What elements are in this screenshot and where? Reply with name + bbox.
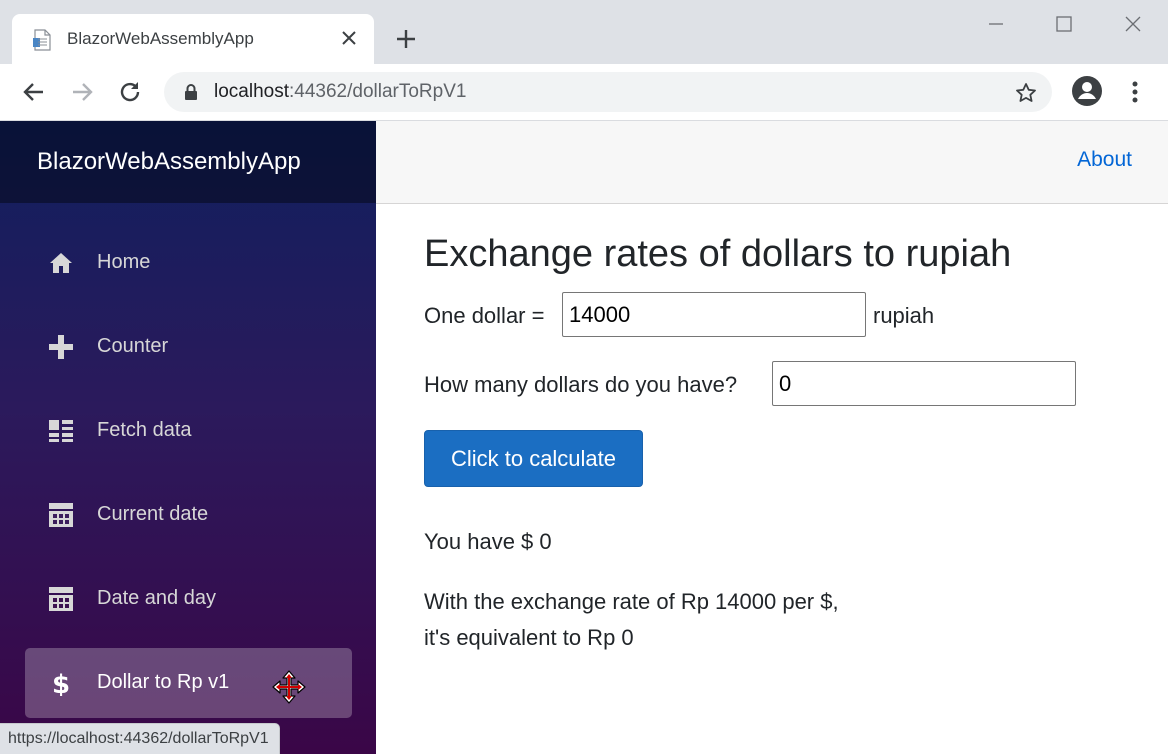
sidebar-item-counter[interactable]: Counter xyxy=(25,312,352,382)
profile-avatar-icon[interactable] xyxy=(1071,75,1103,107)
home-icon xyxy=(50,253,72,273)
page-icon xyxy=(33,29,51,51)
rate-unit-label: rupiah xyxy=(873,303,935,328)
calculate-button[interactable]: Click to calculate xyxy=(424,430,643,487)
sidebar-item-label: Fetch data xyxy=(97,419,192,441)
dollars-label: How many dollars do you have? xyxy=(424,372,738,397)
back-arrow-icon[interactable] xyxy=(20,78,48,106)
sidebar-item-label: Current date xyxy=(97,503,209,525)
sidebar-item-label: Counter xyxy=(97,335,169,357)
sidebar-item-label: Date and day xyxy=(97,587,216,609)
list-icon xyxy=(49,420,73,442)
exchange-rate-input[interactable] xyxy=(562,292,866,337)
dollar-icon: $ xyxy=(52,670,70,696)
plus-icon xyxy=(49,335,73,359)
close-tab-icon[interactable] xyxy=(337,26,361,50)
svg-text:$: $ xyxy=(52,670,70,696)
calendar-icon xyxy=(49,503,73,527)
link-status-bubble: https://localhost:44362/dollarToRpV1 xyxy=(0,723,280,754)
result-have: You have $ 0 xyxy=(424,529,552,554)
sidebar-item-label: Home xyxy=(97,251,151,273)
brand-bar: BlazorWebAssemblyApp xyxy=(0,121,376,203)
lock-icon[interactable] xyxy=(182,83,200,101)
bookmark-star-icon[interactable] xyxy=(1014,81,1038,105)
calendar-icon xyxy=(49,587,73,611)
browser-toolbar: localhost:44362/dollarToRpV1 xyxy=(0,64,1168,121)
sidebar-item-date-and-day[interactable]: Date and day xyxy=(25,564,352,634)
move-cursor-icon xyxy=(272,670,306,704)
browser-tab[interactable]: BlazorWebAssemblyApp xyxy=(12,14,374,64)
sidebar: BlazorWebAssemblyApp Home Counter Fetch … xyxy=(0,121,376,754)
browser-tab-strip: BlazorWebAssemblyApp xyxy=(0,0,1168,64)
rate-label: One dollar = xyxy=(424,303,545,328)
reload-icon[interactable] xyxy=(116,78,144,106)
app-brand[interactable]: BlazorWebAssemblyApp xyxy=(37,148,301,176)
url-text[interactable]: localhost:44362/dollarToRpV1 xyxy=(214,81,466,103)
main-content: Exchange rates of dollars to rupiah One … xyxy=(376,204,1168,754)
sidebar-item-home[interactable]: Home xyxy=(25,228,352,298)
new-tab-icon[interactable] xyxy=(393,26,419,52)
about-link[interactable]: About xyxy=(1077,148,1132,172)
sidebar-item-label: Dollar to Rp v1 xyxy=(97,671,230,693)
top-row: About xyxy=(376,121,1168,204)
maximize-icon[interactable] xyxy=(1050,10,1078,38)
address-bar[interactable]: localhost:44362/dollarToRpV1 xyxy=(164,72,1052,112)
close-window-icon[interactable] xyxy=(1119,10,1147,38)
sidebar-item-current-date[interactable]: Current date xyxy=(25,480,352,550)
result-rate-line: With the exchange rate of Rp 14000 per $… xyxy=(424,589,839,614)
forward-arrow-icon[interactable] xyxy=(68,78,96,106)
page-title: Exchange rates of dollars to rupiah xyxy=(424,233,1012,275)
sidebar-item-fetch-data[interactable]: Fetch data xyxy=(25,396,352,466)
dollar-amount-input[interactable] xyxy=(772,361,1076,406)
menu-dots-icon[interactable] xyxy=(1124,78,1146,106)
minimize-icon[interactable] xyxy=(982,10,1010,38)
result-equivalent: it's equivalent to Rp 0 xyxy=(424,625,634,650)
tab-title: BlazorWebAssemblyApp xyxy=(67,29,254,48)
